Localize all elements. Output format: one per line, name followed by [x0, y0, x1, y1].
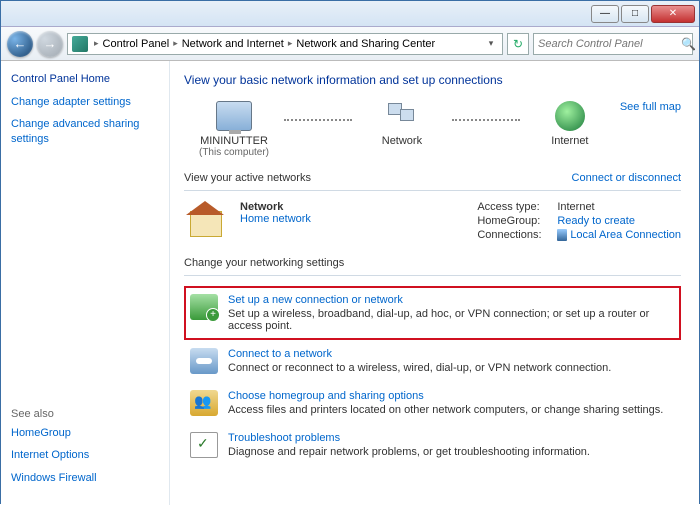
maximize-button[interactable]: □ — [621, 5, 649, 23]
page-heading: View your basic network information and … — [184, 73, 681, 87]
prop-value-connection-link[interactable]: Local Area Connection — [557, 229, 681, 241]
settings-option[interactable]: Choose homegroup and sharing options Acce… — [184, 382, 681, 424]
map-node-sublabel: (This computer) — [184, 147, 284, 158]
chevron-right-icon[interactable]: ▸ — [94, 38, 99, 49]
option-icon — [190, 390, 218, 416]
map-node-internet: Internet — [520, 101, 620, 147]
main-content: View your basic network information and … — [169, 61, 699, 505]
seealso-homegroup[interactable]: HomeGroup — [11, 426, 159, 440]
map-connector — [452, 119, 520, 121]
prop-key: HomeGroup: — [477, 215, 557, 227]
settings-option[interactable]: Connect to a network Connect or reconnect… — [184, 340, 681, 382]
map-connector — [284, 119, 352, 121]
network-map: MININUTTER (This computer) Network Inter… — [184, 101, 681, 158]
address-bar[interactable]: ▸ Control Panel ▸ Network and Internet ▸… — [67, 33, 503, 55]
network-icon — [384, 101, 420, 131]
map-node-network: Network — [352, 101, 452, 147]
active-networks-heading: View your active networks — [184, 172, 311, 184]
option-description: Diagnose and repair network problems, or… — [228, 446, 590, 458]
connect-disconnect-link[interactable]: Connect or disconnect — [572, 172, 681, 184]
connection-icon — [557, 229, 567, 241]
sidebar-link-adapter-settings[interactable]: Change adapter settings — [11, 95, 159, 109]
prop-key: Connections: — [477, 229, 557, 241]
breadcrumb-sharing-center[interactable]: Network and Sharing Center — [294, 38, 437, 50]
sidebar-link-advanced-sharing[interactable]: Change advanced sharing settings — [11, 117, 159, 146]
network-properties: Access type: Internet HomeGroup: Ready t… — [477, 201, 681, 243]
control-panel-home-link[interactable]: Control Panel Home — [11, 73, 159, 85]
map-node-label: Network — [352, 135, 452, 147]
search-input[interactable] — [538, 38, 681, 50]
network-type-link[interactable]: Home network — [240, 213, 311, 225]
option-title-link[interactable]: Choose homegroup and sharing options — [228, 390, 663, 402]
map-node-this-computer: MININUTTER (This computer) — [184, 101, 284, 158]
control-panel-icon — [72, 36, 88, 52]
prop-key: Access type: — [477, 201, 557, 213]
navigation-bar: ← → ▸ Control Panel ▸ Network and Intern… — [1, 27, 699, 61]
minimize-button[interactable]: — — [591, 5, 619, 23]
chevron-right-icon[interactable]: ▸ — [288, 38, 293, 49]
globe-icon — [555, 101, 585, 131]
home-network-icon — [184, 201, 226, 239]
option-icon — [190, 348, 218, 374]
prop-value-homegroup-link[interactable]: Ready to create — [557, 215, 635, 227]
chevron-right-icon[interactable]: ▸ — [173, 38, 178, 49]
option-icon — [190, 294, 218, 320]
option-title-link[interactable]: Connect to a network — [228, 348, 611, 360]
address-dropdown[interactable]: ▾ — [484, 38, 498, 49]
see-also-heading: See also — [11, 408, 159, 420]
breadcrumb-network-internet[interactable]: Network and Internet — [180, 38, 286, 50]
settings-option[interactable]: Set up a new connection or network Set up… — [184, 286, 681, 340]
option-title-link[interactable]: Set up a new connection or network — [228, 294, 675, 306]
close-button[interactable]: ✕ — [651, 5, 695, 23]
settings-option[interactable]: Troubleshoot problems Diagnose and repair… — [184, 424, 681, 466]
back-button[interactable]: ← — [7, 31, 33, 57]
see-full-map-link[interactable]: See full map — [620, 101, 681, 113]
option-description: Connect or reconnect to a wireless, wire… — [228, 362, 611, 374]
option-description: Access files and printers located on oth… — [228, 404, 663, 416]
map-node-label: Internet — [520, 135, 620, 147]
option-icon — [190, 432, 218, 458]
divider — [184, 190, 681, 191]
seealso-windows-firewall[interactable]: Windows Firewall — [11, 471, 159, 485]
change-settings-heading: Change your networking settings — [184, 257, 681, 269]
search-box[interactable]: 🔍 — [533, 33, 693, 55]
refresh-button[interactable]: ↻ — [507, 33, 529, 55]
forward-button[interactable]: → — [37, 31, 63, 57]
search-icon: 🔍 — [681, 37, 696, 51]
network-name: Network — [240, 201, 311, 213]
computer-icon — [216, 101, 252, 131]
sidebar: Control Panel Home Change adapter settin… — [1, 61, 169, 505]
option-description: Set up a wireless, broadband, dial-up, a… — [228, 308, 675, 332]
map-node-label: MININUTTER — [184, 135, 284, 147]
breadcrumb-control-panel[interactable]: Control Panel — [101, 38, 172, 50]
seealso-internet-options[interactable]: Internet Options — [11, 448, 159, 462]
prop-value-access: Internet — [557, 201, 594, 213]
active-network-row: Network Home network Access type: Intern… — [184, 201, 681, 243]
divider — [184, 275, 681, 276]
option-title-link[interactable]: Troubleshoot problems — [228, 432, 590, 444]
window-titlebar: — □ ✕ — [1, 1, 699, 27]
